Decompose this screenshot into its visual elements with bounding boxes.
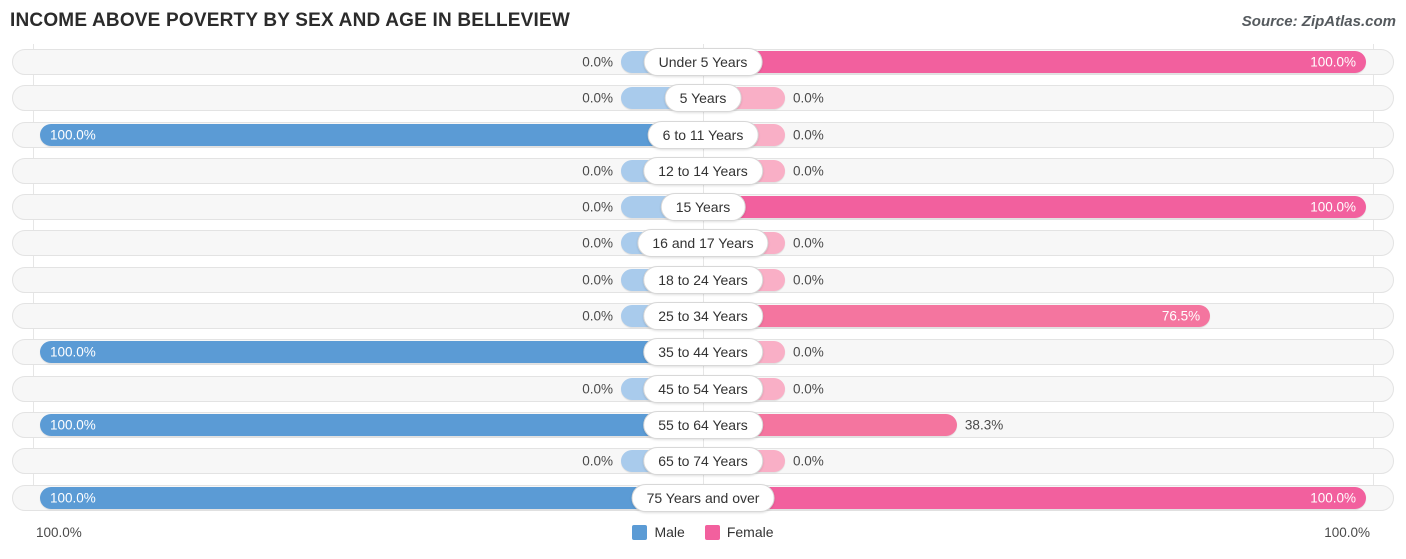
- category-label: 12 to 14 Years: [643, 156, 763, 185]
- bar-row: 100.0% 0.0% 6 to 11 Years: [0, 117, 1406, 153]
- female-value-label: 0.0%: [793, 453, 824, 469]
- male-value-label: 0.0%: [582, 453, 613, 469]
- male-value-label: 0.0%: [582, 163, 613, 179]
- category-label: 25 to 34 Years: [643, 302, 763, 331]
- chart-header: Income Above Poverty by Sex and Age in B…: [0, 0, 1406, 44]
- bar-row: 0.0% 0.0% 12 to 14 Years: [0, 153, 1406, 189]
- category-label: 6 to 11 Years: [647, 120, 759, 149]
- category-label: 15 Years: [660, 193, 746, 222]
- female-value-label: 100.0%: [1310, 199, 1356, 215]
- bar-rows: 0.0% 100.0% Under 5 Years 0.0% 0.0% 5 Years 10…: [0, 44, 1406, 516]
- category-label: 45 to 54 Years: [643, 374, 763, 403]
- source-attribution: Source: ZipAtlas.com: [1241, 13, 1396, 30]
- bar-row: 0.0% 76.5% 25 to 34 Years: [0, 298, 1406, 334]
- legend-label-female: Female: [726, 524, 774, 540]
- female-bar[interactable]: 100.0%: [703, 196, 1366, 219]
- female-value-label: 100.0%: [1310, 54, 1356, 70]
- male-value-label: 0.0%: [582, 199, 613, 215]
- female-bar[interactable]: 100.0%: [703, 51, 1366, 73]
- bar-row: 0.0% 0.0% 65 to 74 Years: [0, 443, 1406, 479]
- bar-row: 100.0% 0.0% 35 to 44 Years: [0, 334, 1406, 370]
- category-label: 55 to 64 Years: [643, 410, 763, 439]
- category-label: 65 to 74 Years: [643, 447, 763, 476]
- category-label: Under 5 Years: [643, 48, 763, 76]
- male-value-label: 0.0%: [582, 54, 613, 70]
- axis-label-right: 100.0%: [1324, 525, 1370, 540]
- male-value-label: 0.0%: [582, 380, 613, 396]
- bar-row: 0.0% 0.0% 45 to 54 Years: [0, 371, 1406, 407]
- male-value-label: 0.0%: [582, 90, 613, 106]
- male-bar[interactable]: 100.0%: [40, 123, 703, 146]
- male-value-label: 0.0%: [582, 308, 613, 324]
- category-label: 75 Years and over: [631, 483, 775, 512]
- female-value-label: 0.0%: [793, 126, 824, 142]
- male-value-label: 100.0%: [50, 126, 96, 142]
- male-bar[interactable]: 100.0%: [40, 413, 703, 436]
- female-value-label: 38.3%: [964, 417, 1004, 433]
- page-title: Income Above Poverty by Sex and Age in B…: [10, 10, 570, 31]
- category-label: 35 to 44 Years: [643, 338, 763, 367]
- chart-plot-area: 0.0% 100.0% Under 5 Years 0.0% 0.0% 5 Years 10…: [0, 44, 1406, 516]
- female-bar[interactable]: 76.5%: [703, 305, 1211, 328]
- male-value-label: 100.0%: [50, 344, 96, 360]
- female-bar[interactable]: 100.0%: [703, 486, 1366, 509]
- chart-footer: 100.0% Male Female 100.0%: [0, 516, 1406, 559]
- bar-row: 0.0% 100.0% 15 Years: [0, 189, 1406, 225]
- category-label: 5 Years: [664, 84, 742, 113]
- bar-row: 100.0% 100.0% 75 Years and over: [0, 480, 1406, 516]
- male-bar[interactable]: 100.0%: [40, 341, 703, 364]
- male-value-label: 100.0%: [50, 417, 96, 433]
- legend-item-female[interactable]: Female: [704, 524, 774, 540]
- legend-swatch-female-icon: [704, 524, 720, 540]
- category-label: 16 and 17 Years: [637, 229, 769, 258]
- female-value-label: 100.0%: [1310, 489, 1356, 505]
- legend-swatch-male-icon: [632, 524, 648, 540]
- legend-label-male: Male: [654, 524, 685, 540]
- bar-row: 0.0% 100.0% Under 5 Years: [0, 44, 1406, 80]
- male-value-label: 0.0%: [582, 272, 613, 288]
- bar-row: 0.0% 0.0% 16 and 17 Years: [0, 225, 1406, 261]
- female-value-label: 76.5%: [1161, 308, 1201, 324]
- female-value-label: 0.0%: [793, 163, 824, 179]
- female-value-label: 0.0%: [793, 90, 824, 106]
- female-value-label: 0.0%: [793, 235, 824, 251]
- female-value-label: 0.0%: [793, 380, 824, 396]
- legend: Male Female: [0, 524, 1406, 540]
- bar-row: 0.0% 0.0% 18 to 24 Years: [0, 262, 1406, 298]
- female-value-label: 0.0%: [793, 272, 824, 288]
- legend-item-male[interactable]: Male: [632, 524, 685, 540]
- category-label: 18 to 24 Years: [643, 265, 763, 294]
- bar-row: 100.0% 38.3% 55 to 64 Years: [0, 407, 1406, 443]
- bar-row: 0.0% 0.0% 5 Years: [0, 80, 1406, 116]
- male-value-label: 100.0%: [50, 489, 96, 505]
- female-value-label: 0.0%: [793, 344, 824, 360]
- male-bar[interactable]: 100.0%: [40, 486, 703, 509]
- male-value-label: 0.0%: [582, 235, 613, 251]
